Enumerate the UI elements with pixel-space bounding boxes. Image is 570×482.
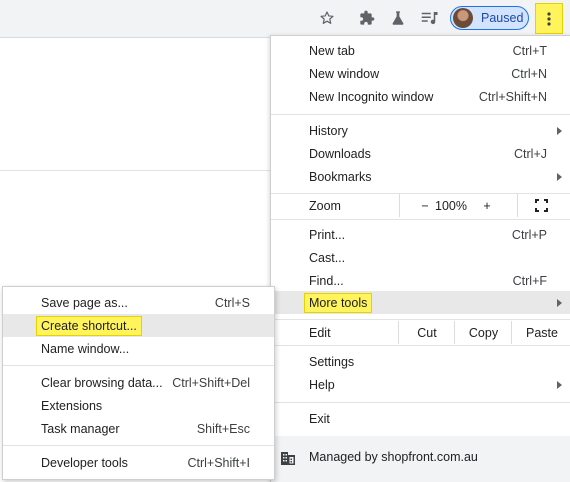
submenu-item-extensions[interactable]: Extensions (3, 394, 274, 417)
menu-separator (271, 219, 570, 220)
submenu-item-name-window[interactable]: Name window... (3, 337, 274, 360)
page-divider (0, 170, 270, 171)
chevron-right-icon (557, 127, 562, 135)
menu-item-zoom: Zoom − 100% + (271, 194, 570, 217)
chevron-right-icon (557, 381, 562, 389)
extensions-icon[interactable] (355, 6, 379, 30)
building-icon (281, 452, 295, 465)
menu-item-new-tab[interactable]: New tab Ctrl+T (271, 39, 570, 62)
menu-separator (271, 402, 570, 403)
more-tools-submenu: Save page as... Ctrl+S Create shortcut..… (2, 286, 275, 480)
browser-toolbar: Paused (0, 0, 570, 38)
menu-separator (3, 445, 274, 446)
media-queue-icon[interactable] (418, 6, 442, 30)
zoom-level: 100% (435, 198, 467, 213)
menu-separator (3, 365, 274, 366)
submenu-item-save-page[interactable]: Save page as... Ctrl+S (3, 291, 274, 314)
menu-item-more-tools[interactable]: More tools (271, 291, 570, 314)
paste-button[interactable]: Paste (511, 321, 570, 344)
zoom-in-button[interactable]: + (469, 194, 505, 217)
menu-dots-icon (547, 11, 551, 26)
menu-item-history[interactable]: History (271, 119, 570, 142)
menu-item-edit: Edit Cut Copy Paste (271, 321, 570, 344)
fullscreen-button[interactable] (517, 194, 564, 217)
cut-button[interactable]: Cut (398, 321, 455, 344)
copy-button[interactable]: Copy (454, 321, 512, 344)
menu-separator (271, 319, 570, 320)
menu-item-new-incognito[interactable]: New Incognito window Ctrl+Shift+N (271, 85, 570, 108)
menu-item-downloads[interactable]: Downloads Ctrl+J (271, 142, 570, 165)
menu-item-exit[interactable]: Exit (271, 407, 570, 430)
profile-button[interactable]: Paused (450, 6, 529, 30)
chevron-right-icon (557, 173, 562, 181)
menu-item-cast[interactable]: Cast... (271, 246, 570, 269)
menu-separator (271, 345, 570, 346)
menu-item-find[interactable]: Find... Ctrl+F (271, 269, 570, 292)
managed-by-label: Managed by shopfront.com.au (309, 450, 478, 464)
submenu-item-task-manager[interactable]: Task manager Shift+Esc (3, 417, 274, 440)
chrome-menu-button[interactable] (535, 3, 563, 34)
submenu-item-create-shortcut[interactable]: Create shortcut... (3, 314, 274, 337)
menu-item-new-window[interactable]: New window Ctrl+N (271, 62, 570, 85)
chrome-main-menu: New tab Ctrl+T New window Ctrl+N New Inc… (270, 35, 570, 482)
menu-item-help[interactable]: Help (271, 373, 570, 396)
chevron-right-icon (557, 299, 562, 307)
fullscreen-icon (534, 199, 548, 212)
labs-icon[interactable] (386, 6, 410, 30)
submenu-item-developer-tools[interactable]: Developer tools Ctrl+Shift+I (3, 451, 274, 474)
managed-by-banner[interactable]: Managed by shopfront.com.au (271, 436, 570, 482)
star-icon[interactable] (315, 6, 339, 30)
menu-item-print[interactable]: Print... Ctrl+P (271, 223, 570, 246)
profile-status-label: Paused (481, 11, 524, 25)
submenu-item-clear-browsing-data[interactable]: Clear browsing data... Ctrl+Shift+Del (3, 371, 274, 394)
avatar (453, 8, 473, 28)
menu-item-bookmarks[interactable]: Bookmarks (271, 165, 570, 188)
menu-item-settings[interactable]: Settings (271, 350, 570, 373)
menu-separator (271, 114, 570, 115)
